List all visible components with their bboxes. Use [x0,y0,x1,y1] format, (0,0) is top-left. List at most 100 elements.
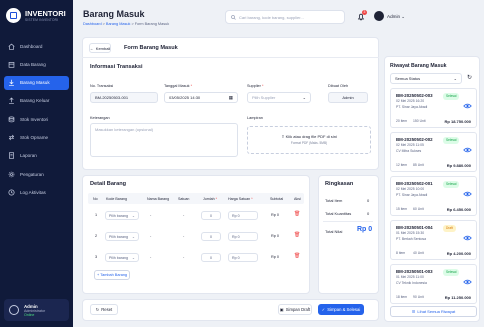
no-value: BM-20250503-001 [95,95,129,100]
search-input[interactable]: Cari barang, kode barang, supplier... [225,10,345,24]
sidebar-item-stok-opname[interactable]: Stok Opname [4,130,69,144]
file-dropzone[interactable]: ⇪ Klik atau drag file PDF di sini Format… [247,126,371,154]
avatar [9,305,19,315]
date-value: 03/05/2025 14:30 [169,95,201,100]
price-input[interactable]: Rp 0 [228,232,258,241]
by-value: Admin [342,95,354,100]
header-avatar[interactable] [374,11,384,21]
sidebar-item-laporan[interactable]: Laporan [4,149,69,163]
date-field[interactable]: 03/05/2025 14:30 ▦ [164,92,238,103]
sidebar-item-barang-masuk[interactable]: Barang Masuk [4,75,69,90]
trash-icon[interactable]: 🗑︎ [294,232,300,238]
sidebar-item-pengaturan[interactable]: Pengaturan [4,167,69,181]
supplier-placeholder: Pilih Supplier [252,95,276,100]
trash-icon[interactable]: 🗑︎ [294,253,300,259]
sidebar-item-barang-keluar[interactable]: Barang Keluar [4,94,69,108]
sidebar-item-label: Laporan [20,153,37,159]
reset-icon: ↻ [95,307,100,312]
row-no: 1 [95,213,98,217]
qty-input[interactable]: 0 [201,211,221,220]
price-input[interactable]: Rp 0 [228,211,258,220]
note-label: Keterangan [90,116,110,120]
sidebar-item-label: Data Barang [20,61,46,67]
code-select[interactable]: Pilih barang ⌄ [105,232,139,241]
eye-icon[interactable] [463,147,472,153]
check-icon: ✓ [321,307,326,312]
history-qty: 20 item [396,119,408,123]
brand-name: INVENTORI [25,8,66,18]
status-badge: Selesai [443,137,460,144]
history-id: BM-20250501-004 [396,225,433,230]
save-icon: ▣ [279,307,284,312]
history-supplier: CV Mitra Sukses [396,149,422,153]
eye-icon[interactable] [463,279,472,285]
box-icon [8,61,15,68]
qty-label: Total Kuantitas [325,211,352,216]
view-all-history-button[interactable]: ☰ Lihat Semua Riwayat [390,306,477,317]
price-input[interactable]: Rp 0 [228,253,258,262]
history-units: 150 Unit [413,119,426,123]
history-id: BM-20250502-003 [396,93,433,98]
save-finish-button[interactable]: ✓ Simpan & Selesai [318,304,364,315]
history-value: Rp 9.880.000 [446,163,471,168]
add-item-label: Tambah Barang [100,273,128,277]
home-icon [8,43,15,50]
header-user-menu[interactable]: Admin ⌄ [387,14,405,20]
date-label: Tanggal Masuk * [164,84,193,88]
breadcrumb-barang-masuk[interactable]: Barang Masuk [106,22,130,26]
history-item[interactable]: BM-20250502-001 Selesai 02 Mei 2025 10:0… [390,176,477,216]
note-textarea[interactable]: Masukkan keterangan (opsional) [90,123,238,157]
breadcrumb-current: Form Barang Masuk [134,22,170,26]
code-select[interactable]: Pilih barang ⌄ [105,253,139,262]
sidebar-item-stok-inventori[interactable]: Stok Inventori [4,112,69,126]
history-date: 02 Mei 2025 16:20 [396,99,425,103]
add-item-button[interactable]: + Tambah Barang [94,270,130,280]
row-no: 3 [95,255,98,259]
row-unit: - [183,255,185,259]
chevron-down-icon: ⌄ [453,76,457,81]
eye-icon[interactable] [463,103,472,109]
sidebar-item-label: Pengaturan [20,171,44,177]
no-field: BM-20250503-001 [90,92,158,103]
sidebar-item-dashboard[interactable]: Dashboard [4,39,69,53]
supplier-select[interactable]: Pilih Supplier ⌄ [247,92,311,103]
history-item[interactable]: BM-20250502-002 Selesai 02 Mei 2025 11:0… [390,132,477,172]
qty-value: 0 [367,211,370,216]
eye-icon[interactable] [463,191,472,197]
attach-label: Lampiran [247,116,263,120]
col-qty: Jumlah * [203,197,217,201]
database-icon [8,116,15,122]
items-value: 0 [367,198,370,203]
qty-input[interactable]: 0 [201,232,221,241]
eye-icon[interactable] [463,235,472,241]
user-status: Online [24,312,35,317]
history-supplier: CV Teknik Indonesia [396,281,427,285]
status-filter-select[interactable]: Semua Status ⌄ [390,73,462,84]
code-select[interactable]: Pilih barang ⌄ [105,211,139,220]
sidebar-item-log-aktivitas[interactable]: Log Aktivitas [4,185,69,199]
row-name: - [150,213,152,217]
history-item[interactable]: BM-20250501-004 Draft 01 Mei 2025 15:30 … [390,220,477,260]
history-item[interactable]: BM-20250502-003 Selesai 02 Mei 2025 16:2… [390,88,477,128]
refresh-icon[interactable]: ↻ [467,74,472,81]
header-user-label: Admin [387,14,401,19]
view-all-label: Lihat Semua Riwayat [417,309,456,314]
trash-icon[interactable]: 🗑︎ [294,211,300,217]
col-action: Aksi [294,197,301,201]
section-title: Informasi Transaksi [90,64,143,70]
history-item[interactable]: BM-20250501-003 Selesai 01 Mei 2025 11:0… [390,264,477,304]
back-button[interactable]: ← Kembali [89,43,111,53]
col-code: Kode Barang [106,197,127,201]
report-icon [9,152,14,159]
history-value: Rp 18.750.000 [444,119,471,124]
top-header: Barang Masuk Dashboard > Barang Masuk > … [73,0,484,34]
qty-input[interactable]: 0 [201,253,221,262]
sidebar-item-data-barang[interactable]: Data Barang [4,57,69,71]
sidebar-user[interactable]: Admin Administrator Online [4,299,69,321]
chevron-down-icon: ⌄ [302,95,306,100]
sidebar-item-label: Dashboard [20,43,43,49]
save-draft-button[interactable]: ▣ Simpan Draft [278,304,312,315]
row-no: 2 [95,234,98,238]
breadcrumb-dashboard[interactable]: Dashboard [83,22,102,26]
reset-button[interactable]: ↻ Reset [90,304,118,315]
